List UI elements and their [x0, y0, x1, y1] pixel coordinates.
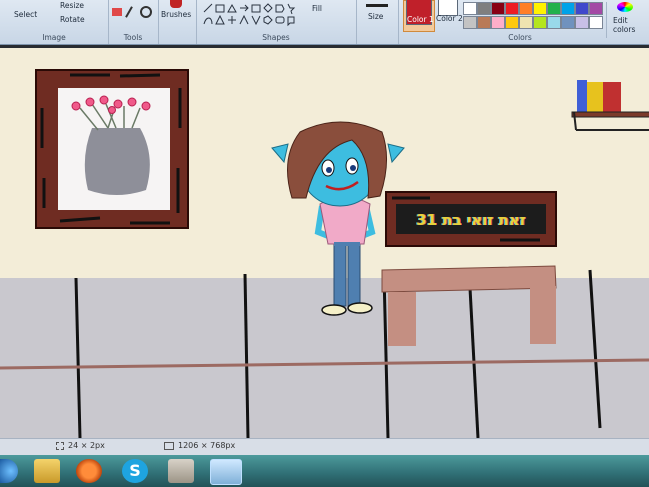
palette-swatch[interactable] [561, 2, 575, 15]
framed-picture [35, 69, 189, 229]
shapes-group: Fill Shapes [196, 0, 357, 44]
sign-text: זאת זואי בת 31 [416, 211, 526, 229]
palette-swatch[interactable] [589, 2, 603, 15]
palette-swatch[interactable] [547, 2, 561, 15]
vase [84, 128, 150, 195]
paint-ribbon: Select Resize Rotate Image Tools Brushes [0, 0, 649, 45]
color-palette [463, 2, 603, 32]
fill-button[interactable]: Fill [312, 4, 322, 13]
size-icon [366, 4, 388, 7]
image-group-label: Image [42, 33, 66, 42]
canvas-size: 1206 × 768px [178, 441, 236, 450]
shapes-group-label: Shapes [262, 33, 290, 42]
palette-swatch[interactable] [491, 2, 505, 15]
palette-swatch[interactable] [589, 16, 603, 29]
palette-swatch[interactable] [505, 2, 519, 15]
palette-swatch[interactable] [505, 16, 519, 29]
start-button[interactable] [0, 459, 18, 483]
scene-drawing [0, 69, 649, 438]
canvas-size-icon [164, 442, 174, 450]
shapes-gallery[interactable] [202, 2, 298, 28]
media-player-icon[interactable] [76, 459, 102, 483]
tools-group-label: Tools [123, 33, 143, 42]
size-button[interactable]: Size [368, 12, 383, 21]
brushes-group: Brushes [158, 0, 197, 44]
palette-swatch[interactable] [533, 2, 547, 15]
drawing-canvas[interactable]: זאת זואי בת 31 [0, 48, 649, 438]
store-icon[interactable] [168, 459, 194, 483]
rotate-button[interactable]: Rotate [60, 15, 85, 24]
color-wheel-icon [617, 2, 633, 12]
tools-group: Tools [108, 0, 159, 44]
edit-colors-button[interactable]: Edit colors [606, 2, 647, 38]
resize-button[interactable]: Resize [60, 1, 84, 10]
palette-swatch[interactable] [547, 16, 561, 29]
palette-swatch[interactable] [491, 16, 505, 29]
color-picker-icon[interactable] [125, 6, 133, 18]
color2-button[interactable]: Color 2 [436, 0, 463, 30]
palette-swatch[interactable] [575, 16, 589, 29]
photo-of-monitor: Select Resize Rotate Image Tools Brushes [0, 0, 649, 487]
selection-icon [56, 442, 64, 450]
paint-taskbar-icon[interactable] [210, 459, 242, 485]
palette-swatch[interactable] [575, 2, 589, 15]
brushes-button[interactable]: Brushes [161, 10, 191, 19]
taskbar: S [0, 455, 649, 487]
color1-label: Color 1 [407, 15, 434, 24]
skype-icon[interactable]: S [122, 459, 148, 483]
palette-swatch[interactable] [519, 2, 533, 15]
bookshelf [571, 80, 649, 131]
brush-icon[interactable] [170, 0, 182, 8]
eraser-icon[interactable] [112, 8, 122, 16]
size-group: Size [356, 0, 399, 44]
floor-stripe [0, 358, 649, 370]
palette-swatch[interactable] [533, 16, 547, 29]
table [381, 265, 557, 346]
explorer-icon[interactable] [34, 459, 60, 483]
color2-label: Color 2 [436, 14, 463, 23]
palette-swatch[interactable] [477, 16, 491, 29]
magnifier-icon[interactable] [140, 6, 152, 18]
palette-swatch[interactable] [477, 2, 491, 15]
status-bar: 24 × 2px 1206 × 768px [0, 438, 649, 456]
palette-swatch[interactable] [561, 16, 575, 29]
palette-swatch[interactable] [463, 16, 477, 29]
selection-size: 24 × 2px [68, 441, 105, 450]
palette-swatch[interactable] [463, 2, 477, 15]
palette-swatch[interactable] [519, 16, 533, 29]
colors-group-label: Colors [508, 33, 532, 42]
image-group: Select Resize Rotate Image [0, 0, 109, 44]
edit-colors-label: Edit colors [613, 16, 636, 34]
select-button[interactable]: Select [14, 10, 37, 19]
color1-button[interactable]: Color 1 [403, 0, 435, 32]
